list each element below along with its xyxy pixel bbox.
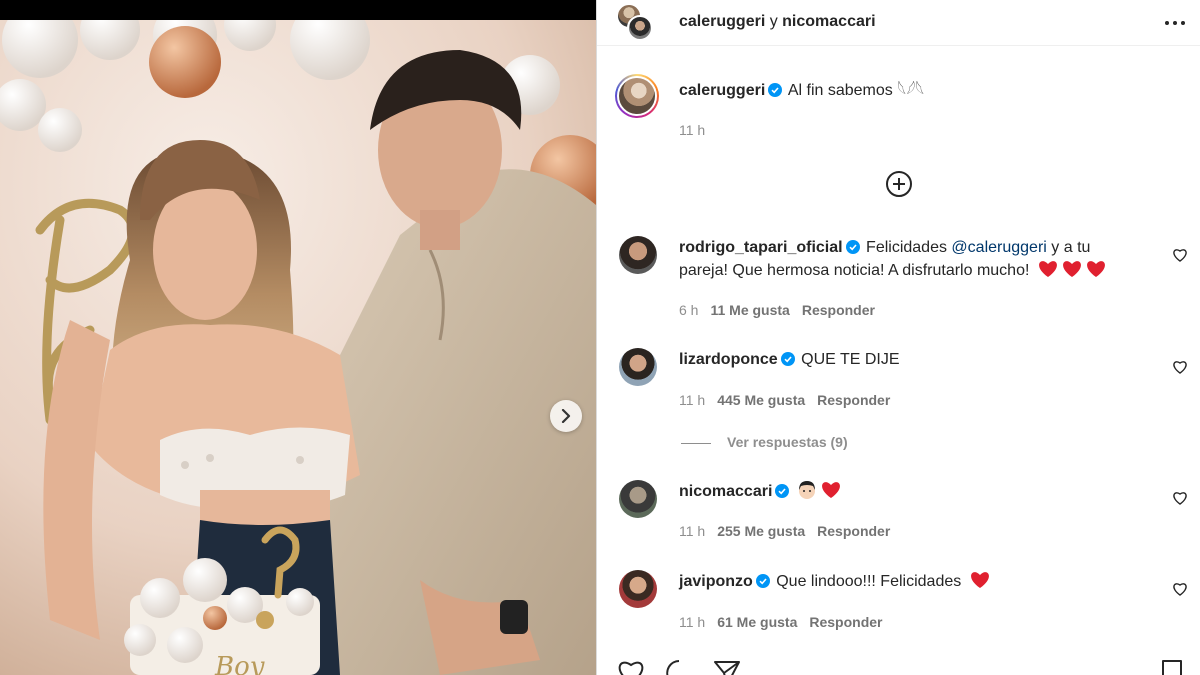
avatar[interactable] [619,236,657,274]
caption-text-line: caleruggeri Al fin sabemos 𓆩𓆪𓆩 [679,78,924,104]
comment-text-line2: pareja! Que hermosa noticia! A disfrutar… [679,258,1106,284]
post-media: Boy [0,0,596,675]
save-icon[interactable] [1160,659,1184,675]
view-replies-label: Ver respuestas (9) [727,434,848,450]
avatar[interactable] [619,570,657,608]
comment-username[interactable]: javiponzo [679,573,753,590]
comment-body: pareja! Que hermosa noticia! A disfrutar… [679,262,1034,279]
comment-time[interactable]: 11 h [679,614,705,630]
avatar [617,76,657,116]
comment-meta: 11 h 61 Me gusta Responder [679,614,894,630]
verified-icon [775,484,790,498]
svg-text:Boy: Boy [214,652,265,675]
view-replies-button[interactable]: Ver respuestas (9) [681,434,848,450]
caption-text: Al fin sabemos 𓆩𓆪𓆩 [787,82,925,99]
collaborator-joiner: y [765,13,783,30]
red-heart-emoji-icon [1038,261,1057,277]
comment-body: QUE TE DIJE [801,351,900,368]
mention-link[interactable]: @caleruggeri [951,239,1046,256]
reply-button[interactable]: Responder [809,614,882,630]
comment-likes[interactable]: 255 Me gusta [717,523,805,539]
red-heart-emoji-icon [1062,261,1081,277]
red-heart-emoji-icon [970,572,989,588]
share-icon[interactable] [713,659,741,675]
comment-body: y a tu [1046,239,1091,256]
heart-outline-icon[interactable] [1172,247,1188,263]
reply-button[interactable]: Responder [817,523,890,539]
verified-icon [780,352,795,366]
comment-likes[interactable]: 11 Me gusta [710,302,789,318]
comment-body: Que lindooo!!! Felicidades [776,573,966,590]
collaborator-avatars[interactable] [616,3,658,45]
comment-text: nicomaccari [679,479,841,505]
post-header: caleruggeri y nicomaccari [597,0,1200,46]
comment-time[interactable]: 11 h [679,392,705,408]
comment-likes[interactable]: 61 Me gusta [717,614,797,630]
media-top-bar [0,0,596,20]
collaborators-title: caleruggeri y nicomaccari [679,13,876,31]
comment-icon[interactable] [665,659,693,675]
verified-icon [768,83,783,97]
like-icon[interactable] [617,659,645,675]
story-ring-avatar[interactable] [615,74,659,118]
more-icon[interactable] [1163,12,1187,34]
heart-outline-icon[interactable] [1172,581,1188,597]
post-photo[interactable]: Boy [0,20,596,675]
avatar [627,15,653,41]
reply-button[interactable]: Responder [802,302,875,318]
verified-icon [755,574,770,588]
comment-time[interactable]: 11 h [679,523,705,539]
avatar[interactable] [619,480,657,518]
comment-username[interactable]: rodrigo_tapari_oficial [679,239,843,256]
heart-outline-icon[interactable] [1172,359,1188,375]
comment-meta: 11 h 445 Me gusta Responder [679,392,902,408]
post-action-bar [597,655,1200,675]
comment-time[interactable]: 6 h [679,302,698,318]
chevron-right-icon [561,409,571,423]
collaborator-username[interactable]: caleruggeri [679,13,765,30]
red-heart-emoji-icon [1086,261,1105,277]
comment-meta: 6 h 11 Me gusta Responder [679,302,887,318]
comment-body: Felicidades [866,239,952,256]
comment-text: lizardoponce QUE TE DIJE [679,347,900,373]
avatar[interactable] [619,348,657,386]
gender-reveal-photo: Boy [0,20,596,675]
comment-username[interactable]: lizardoponce [679,351,778,368]
comment-text: javiponzo Que lindooo!!! Felicidades [679,569,990,595]
caption-time[interactable]: 11 h [679,122,705,138]
next-photo-button[interactable] [550,400,582,432]
caption-meta: 11 h [679,122,717,138]
reply-button[interactable]: Responder [817,392,890,408]
verified-icon [845,240,860,254]
collaborator-username[interactable]: nicomaccari [782,13,875,30]
divider [681,442,711,444]
comment-likes[interactable]: 445 Me gusta [717,392,805,408]
add-comment-icon[interactable] [885,170,913,198]
post-detail-panel: caleruggeri y nicomaccari caleruggeri Al… [596,0,1200,675]
caption-username[interactable]: caleruggeri [679,82,765,99]
comment-username[interactable]: nicomaccari [679,483,772,500]
comment-meta: 11 h 255 Me gusta Responder [679,523,902,539]
woman-emoji-icon [799,481,816,499]
heart-outline-icon[interactable] [1172,490,1188,506]
red-heart-emoji-icon [822,482,841,498]
